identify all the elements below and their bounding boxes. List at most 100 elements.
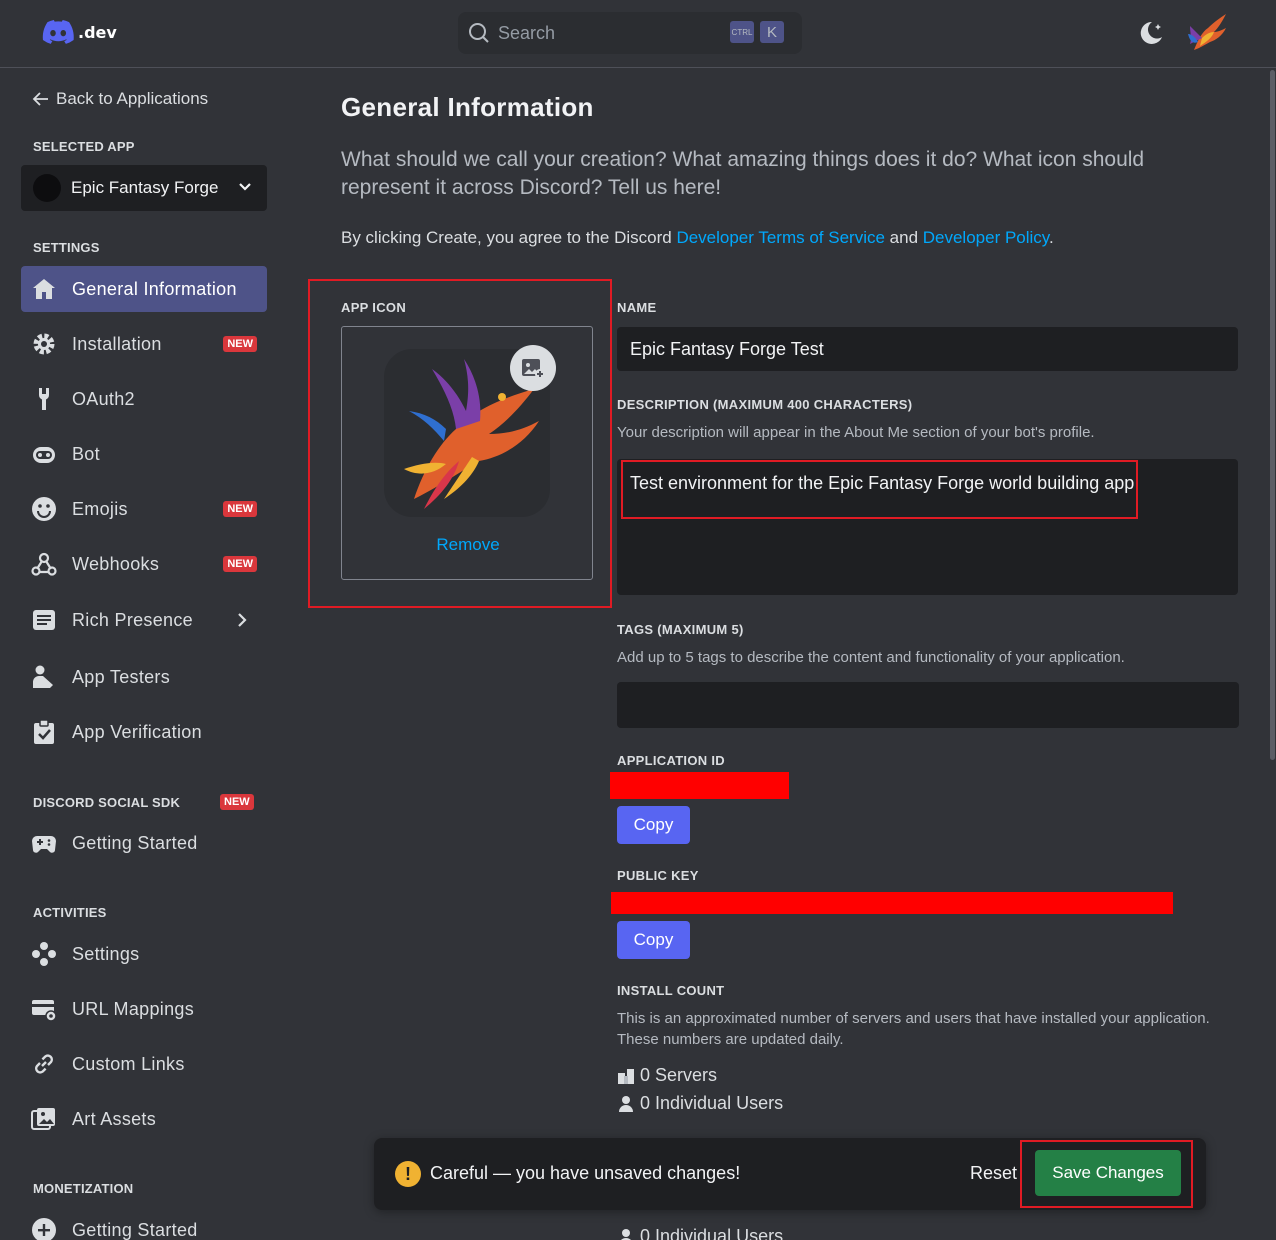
discord-logo-icon: [42, 20, 74, 44]
save-changes-button[interactable]: Save Changes: [1035, 1150, 1181, 1196]
new-badge: NEW: [223, 556, 257, 572]
selected-app-name: Epic Fantasy Forge: [71, 178, 219, 197]
install-helper-line-2: These numbers are updated daily.: [617, 1031, 844, 1048]
k-key-hint: K: [760, 21, 784, 43]
discord-dev-logo[interactable]: .dev: [42, 20, 117, 44]
webhook-icon: [31, 551, 57, 577]
sidebar-item-label: Settings: [72, 943, 140, 964]
selected-app-dropdown[interactable]: Epic Fantasy Forge: [21, 165, 267, 211]
ctrl-key-hint: CTRL: [730, 21, 754, 43]
search-input[interactable]: Search CTRL K: [458, 12, 802, 54]
application-id-label: APPLICATION ID: [617, 753, 725, 768]
users-count-ghost: 0 Individual Users: [617, 1226, 783, 1240]
sidebar-item-label: Emojis: [72, 498, 128, 519]
page-title: General Information: [341, 92, 594, 122]
sidebar-item-monetization-getting-started[interactable]: Getting Started: [21, 1207, 267, 1240]
name-value: Epic Fantasy Forge Test: [630, 339, 824, 359]
app-icon-label: APP ICON: [341, 300, 407, 315]
sidebar-item-rich-presence[interactable]: Rich Presence: [21, 597, 267, 643]
sidebar-item-oauth2[interactable]: OAuth2: [21, 376, 267, 422]
redacted-application-id: [610, 772, 789, 799]
terms-notice: By clicking Create, you agree to the Dis…: [341, 228, 1054, 248]
activities-heading: ACTIVITIES: [33, 905, 107, 920]
wrench-icon: [31, 386, 57, 412]
sidebar-item-label: URL Mappings: [72, 998, 194, 1019]
unsaved-changes-bar: ! Careful — you have unsaved changes! Re…: [374, 1138, 1206, 1210]
servers-count: 0 Servers: [617, 1065, 717, 1086]
sidebar-item-url-mappings[interactable]: URL Mappings: [21, 986, 267, 1032]
bot-icon: [31, 441, 57, 467]
image-plus-icon: [522, 359, 545, 379]
tags-field[interactable]: [617, 682, 1239, 728]
card-gear-icon: [31, 996, 57, 1022]
users-count: 0 Individual Users: [617, 1093, 783, 1114]
copy-public-key-button[interactable]: Copy: [617, 921, 690, 959]
gear-icon: [31, 331, 57, 357]
app-avatar: [33, 174, 61, 202]
new-badge: NEW: [223, 501, 257, 517]
sidebar-item-label: Getting Started: [72, 1219, 198, 1240]
sidebar-item-label: Art Assets: [72, 1108, 157, 1129]
sidebar-item-bot[interactable]: Bot: [21, 431, 267, 477]
tags-label: TAGS (MAXIMUM 5): [617, 622, 744, 637]
sidebar-item-activities-settings[interactable]: Settings: [21, 931, 267, 977]
new-badge: NEW: [223, 336, 257, 352]
sidebar-item-custom-links[interactable]: Custom Links: [21, 1041, 267, 1087]
smile-icon: [31, 496, 57, 522]
settings-heading: SETTINGS: [33, 240, 100, 255]
name-field[interactable]: Epic Fantasy Forge Test: [617, 327, 1238, 371]
remove-icon-link[interactable]: Remove: [342, 535, 594, 555]
back-label: Back to Applications: [56, 89, 209, 108]
developer-policy-link[interactable]: Developer Policy: [923, 228, 1049, 247]
page-scrollbar[interactable]: [1270, 70, 1275, 760]
discord-social-sdk-heading: DISCORD SOCIAL SDK: [33, 795, 181, 810]
user-icon: [619, 1095, 633, 1112]
sidebar-item-label: App Verification: [72, 721, 202, 742]
link-icon: [31, 1051, 57, 1077]
description-highlight: [621, 460, 1138, 519]
user-icon: [620, 1228, 632, 1240]
sidebar-item-label: Webhooks: [72, 553, 160, 574]
sidebar-item-label: Getting Started: [72, 832, 198, 853]
sidebar-item-label: General Information: [72, 278, 237, 299]
servers-text: 0 Servers: [640, 1065, 718, 1085]
sidebar: Back to Applications SELECTED APP Epic F…: [0, 69, 300, 1240]
sidebar-item-art-assets[interactable]: Art Assets: [21, 1096, 267, 1142]
dots-icon: [31, 941, 57, 967]
copy-application-id-button[interactable]: Copy: [617, 806, 690, 844]
sidebar-item-label: App Testers: [72, 666, 171, 687]
back-to-applications-link[interactable]: Back to Applications: [32, 89, 208, 109]
sidebar-item-app-testers[interactable]: App Testers: [21, 654, 267, 700]
redacted-public-key: [611, 892, 1173, 914]
search-icon: [469, 23, 489, 43]
gamepad-icon: [31, 830, 57, 856]
sidebar-item-sdk-getting-started[interactable]: Getting Started: [21, 820, 267, 866]
install-helper-line-1: This is an approximated number of server…: [617, 1010, 1210, 1027]
user-wrench-icon: [31, 664, 57, 690]
sidebar-item-app-verification[interactable]: App Verification: [21, 709, 267, 755]
sidebar-item-label: OAuth2: [72, 388, 135, 409]
monetization-heading: MONETIZATION: [33, 1181, 134, 1196]
terms-prefix: By clicking Create, you agree to the Dis…: [341, 228, 677, 247]
upload-image-button[interactable]: [510, 345, 556, 391]
sidebar-item-general-information[interactable]: General Information: [21, 266, 267, 312]
sidebar-item-webhooks[interactable]: Webhooks NEW: [21, 541, 267, 587]
sidebar-item-label: Rich Presence: [72, 609, 193, 630]
selected-app-heading: SELECTED APP: [33, 139, 135, 154]
top-bar: .dev Search CTRL K: [0, 0, 1276, 68]
document-icon: [31, 607, 57, 633]
sidebar-item-installation[interactable]: Installation NEW: [21, 321, 267, 367]
sidebar-item-emojis[interactable]: Emojis NEW: [21, 486, 267, 532]
name-label: NAME: [617, 300, 657, 315]
reset-button[interactable]: Reset: [970, 1163, 1017, 1184]
theme-toggle-moon-icon[interactable]: [1136, 18, 1166, 48]
user-avatar[interactable]: [1184, 12, 1230, 54]
logo-text: .dev: [78, 22, 117, 42]
app-icon-card: Remove: [341, 326, 593, 580]
install-count-label: INSTALL COUNT: [617, 983, 725, 998]
sidebar-item-label: Installation: [72, 333, 162, 354]
users-text: 0 Individual Users: [640, 1226, 784, 1240]
plus-circle-icon: [31, 1217, 57, 1240]
developer-terms-link[interactable]: Developer Terms of Service: [676, 228, 885, 247]
unsaved-warning-text: Careful — you have unsaved changes!: [430, 1163, 741, 1183]
